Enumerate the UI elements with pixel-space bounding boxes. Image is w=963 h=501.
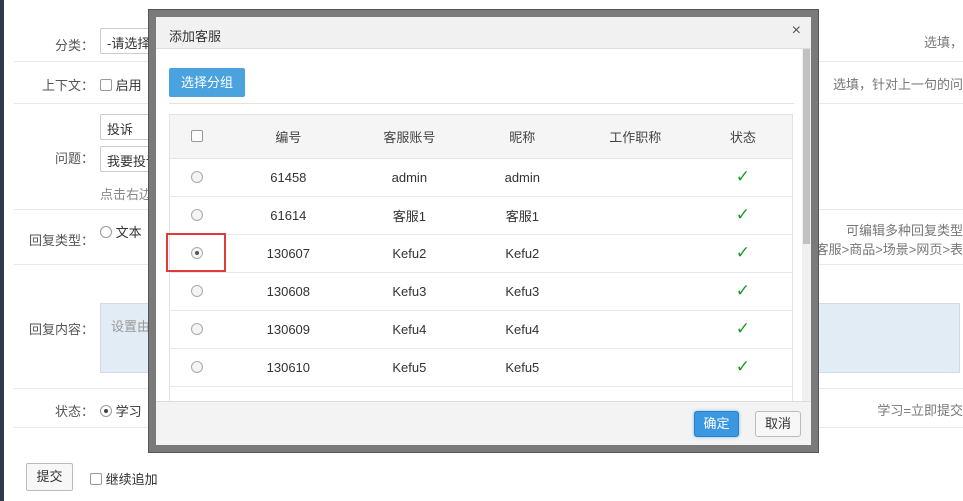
confirm-button[interactable]: 确定 [694, 411, 739, 437]
context-checkbox-group: 启用 [100, 75, 142, 94]
column-header-job-title: 工作职称 [578, 115, 692, 159]
cell-id: 130607 [223, 234, 353, 273]
select-group-button[interactable]: 选择分组 [169, 68, 245, 97]
reply-type-hint-1: 可编辑多种回复类型 [845, 223, 963, 238]
agent-table: 编号 客服账号 昵称 工作职称 状态 61458 admin admin ✓ 6… [170, 115, 792, 387]
cell-id: 130609 [223, 310, 353, 349]
cell-nickname: Kefu5 [465, 348, 579, 387]
cell-id: 61614 [223, 196, 353, 235]
dialog-scrollbar[interactable] [802, 49, 811, 401]
cell-nickname: Kefu3 [465, 272, 579, 311]
table-row[interactable]: 130608 Kefu3 Kefu3 ✓ [170, 272, 792, 311]
column-header-account: 客服账号 [352, 115, 466, 159]
cell-nickname: Kefu4 [465, 310, 579, 349]
divider [169, 103, 794, 104]
status-check-icon: ✓ [691, 348, 792, 387]
cell-nickname: admin [465, 158, 579, 197]
context-checkbox[interactable] [100, 79, 112, 91]
row-radio[interactable] [190, 208, 203, 221]
cell-job-title [578, 310, 692, 349]
row-select-cell [170, 158, 224, 197]
continue-add-checkbox[interactable] [90, 473, 102, 485]
row-select-cell [170, 272, 224, 311]
cell-job-title [578, 272, 692, 311]
column-header-id: 编号 [223, 115, 353, 159]
cell-id: 61458 [223, 158, 353, 197]
cell-account: Kefu2 [352, 234, 466, 273]
status-hint: 学习=立即提交 [877, 403, 963, 418]
column-header-status: 状态 [691, 115, 792, 159]
cell-nickname: Kefu2 [465, 234, 579, 273]
cell-account: Kefu5 [352, 348, 466, 387]
category-label: 分类： [54, 38, 94, 53]
table-header-row: 编号 客服账号 昵称 工作职称 状态 [170, 115, 792, 159]
table-row[interactable]: 61458 admin admin ✓ [170, 158, 792, 197]
cell-id: 130608 [223, 272, 353, 311]
dialog-title: 添加客服 [169, 29, 222, 44]
table-row[interactable]: 61614 客服1 客服1 ✓ [170, 196, 792, 235]
reply-type-hint-2: 客服>商品>场景>网页>表 [815, 242, 963, 257]
continue-add-group: 继续追加 [90, 469, 158, 488]
question-label: 问题： [54, 151, 94, 166]
reply-type-label: 回复类型： [28, 233, 94, 248]
category-hint: 选填， [923, 35, 963, 50]
status-check-icon: ✓ [691, 196, 792, 235]
dialog-footer: 确定 取消 [156, 401, 811, 445]
cell-job-title [578, 234, 692, 273]
status-check-icon: ✓ [691, 158, 792, 197]
cell-account: Kefu4 [352, 310, 466, 349]
select-all-cell [170, 115, 224, 159]
row-radio[interactable] [190, 360, 203, 373]
cell-job-title [578, 348, 692, 387]
status-radio-learn[interactable] [100, 405, 112, 417]
row-select-cell [170, 348, 224, 387]
reply-content-label: 回复内容： [28, 322, 94, 337]
selection-highlight-box [166, 233, 226, 272]
context-option-label: 启用 [115, 78, 142, 93]
row-radio[interactable] [190, 322, 203, 335]
status-option-label: 学习 [115, 404, 142, 419]
dialog-header: 添加客服 × [156, 17, 811, 49]
context-hint: 选填，针对上一句的问 [832, 77, 963, 92]
add-agent-dialog: 添加客服 × 选择分组 编号 客服账号 昵称 工作职称 状态 61458 adm… [156, 17, 811, 445]
table-row[interactable]: 130609 Kefu4 Kefu4 ✓ [170, 310, 792, 349]
agent-table-container: 编号 客服账号 昵称 工作职称 状态 61458 admin admin ✓ 6… [169, 114, 793, 402]
cell-account: Kefu3 [352, 272, 466, 311]
continue-add-label: 继续追加 [105, 472, 158, 487]
cell-job-title [578, 158, 692, 197]
cell-job-title [578, 196, 692, 235]
select-all-checkbox[interactable] [190, 129, 203, 142]
row-select-cell [170, 196, 224, 235]
row-radio[interactable] [190, 284, 203, 297]
status-radio-group: 学习 [100, 401, 142, 420]
table-row[interactable]: 130607 Kefu2 Kefu2 ✓ [170, 234, 792, 273]
cell-account: admin [352, 158, 466, 197]
cell-account: 客服1 [352, 196, 466, 235]
column-header-nickname: 昵称 [465, 115, 579, 159]
status-check-icon: ✓ [691, 310, 792, 349]
cell-id: 130610 [223, 348, 353, 387]
reply-type-radio-text[interactable] [100, 226, 112, 238]
submit-button[interactable]: 提交 [26, 463, 73, 491]
cancel-button[interactable]: 取消 [755, 411, 801, 437]
status-check-icon: ✓ [691, 234, 792, 273]
reply-type-radio-group: 文本 [100, 222, 142, 241]
reply-type-option-label: 文本 [115, 225, 142, 240]
status-label: 状态： [54, 404, 94, 419]
context-label: 上下文： [41, 78, 94, 93]
row-select-cell [170, 310, 224, 349]
cell-nickname: 客服1 [465, 196, 579, 235]
status-check-icon: ✓ [691, 272, 792, 311]
table-row[interactable]: 130610 Kefu5 Kefu5 ✓ [170, 348, 792, 387]
row-radio[interactable] [190, 170, 203, 183]
close-icon[interactable]: × [792, 22, 801, 40]
left-nav-strip [0, 0, 4, 501]
scrollbar-thumb[interactable] [803, 49, 810, 244]
